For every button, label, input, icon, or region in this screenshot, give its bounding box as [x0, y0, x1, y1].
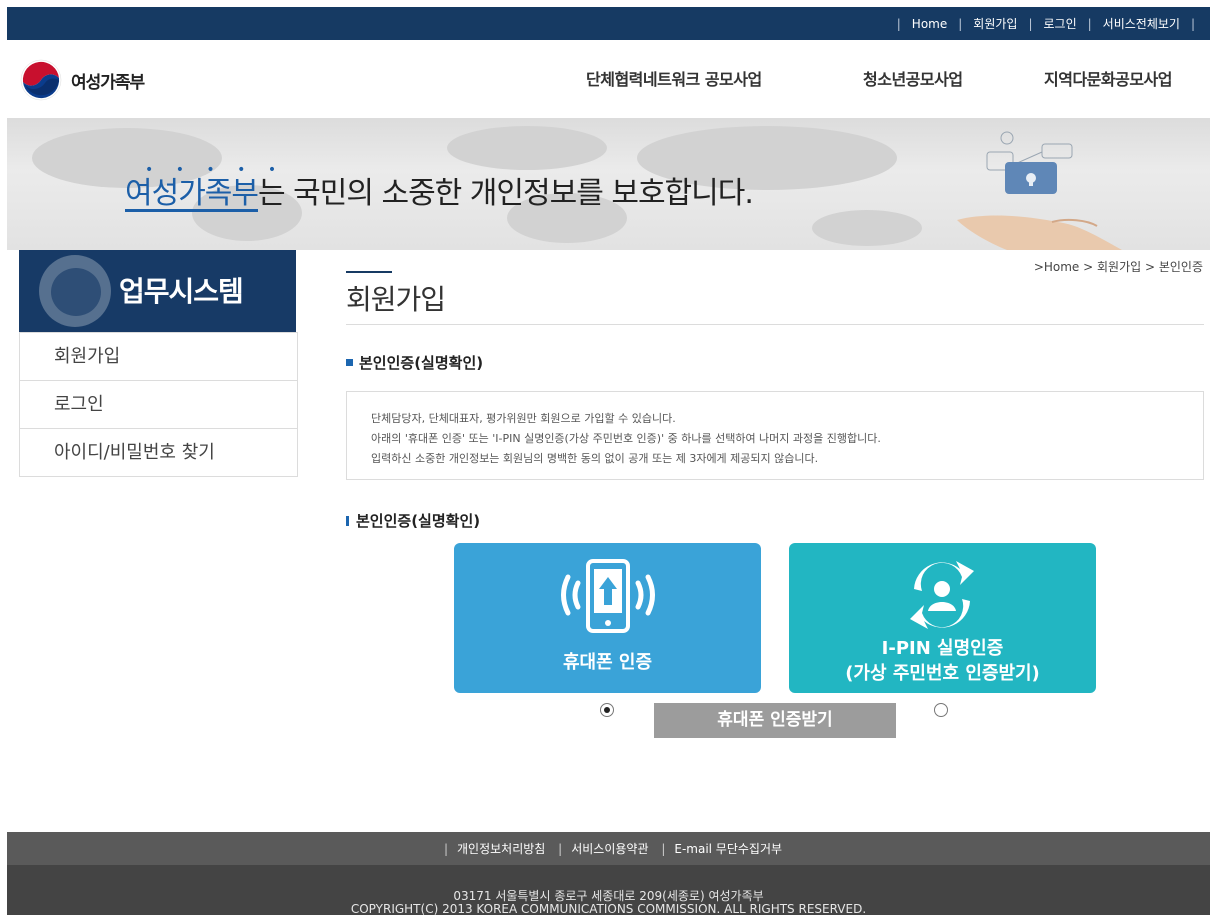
phone-card-label: 휴대폰 인증	[562, 652, 653, 673]
gov-logo-icon	[20, 59, 62, 101]
gnb-item-multicultural[interactable]: 지역다문화공모사업	[1044, 66, 1172, 90]
top-link-join[interactable]: 회원가입	[973, 15, 1017, 32]
ipin-card-label-line2: (가상 주민번호 인증받기)	[845, 663, 1040, 684]
section-title-2: 본인인증(실명확인)	[346, 510, 480, 531]
top-link-login[interactable]: 로그인	[1044, 15, 1077, 32]
sidebar-title-box: 업무시스템	[19, 250, 296, 332]
title-divider	[346, 324, 1204, 325]
top-link-home[interactable]: Home	[912, 17, 947, 31]
hand-security-icon	[957, 131, 1122, 250]
footer-links-bar: | 개인정보처리방침 | 서비스이용약관 | E-mail 무단수집거부	[7, 832, 1210, 865]
footer-info: 03171 서울특별시 종로구 세종대로 209(세종로) 여성가족부 COPY…	[7, 865, 1210, 916]
radio-phone-auth[interactable]	[600, 703, 614, 717]
site-logo[interactable]: 여성가족부	[19, 58, 145, 102]
banner-message: 는 국민의 소중한 개인정보를 보호합니다.	[258, 176, 754, 211]
phone-signal-icon	[561, 559, 655, 633]
phone-auth-card[interactable]: 휴대폰 인증	[454, 543, 761, 693]
user-refresh-icon	[910, 561, 974, 629]
square-bullet-icon	[346, 359, 353, 366]
footer-link-email-refusal[interactable]: E-mail 무단수집거부	[674, 842, 782, 856]
footer-link-terms[interactable]: 서비스이용약관	[571, 842, 648, 856]
top-link-sitemap[interactable]: 서비스전체보기	[1103, 15, 1180, 32]
radio-ipin-auth[interactable]	[934, 703, 948, 717]
top-links: | Home | 회원가입 | 로그인 | 서비스전체보기 |	[896, 15, 1195, 32]
section-title: 본인인증(실명확인)	[346, 352, 483, 373]
sidebar-item-login[interactable]: 로그인	[20, 380, 297, 428]
sidebar-menu: 회원가입 로그인 아이디/비밀번호 찾기	[19, 332, 298, 477]
page-title: 회원가입	[346, 283, 446, 316]
footer-copyright: COPYRIGHT(C) 2013 KOREA COMMUNICATIONS C…	[350, 902, 867, 916]
top-utility-bar: | Home | 회원가입 | 로그인 | 서비스전체보기 |	[7, 7, 1210, 40]
gnb-item-network[interactable]: 단체협력네트워크 공모사업	[586, 66, 762, 90]
info-line: 아래의 '휴대폰 인증' 또는 'I-PIN 실명인증(가상 주민번호 인증)'…	[371, 432, 881, 445]
sidebar-item-find-id-password[interactable]: 아이디/비밀번호 찾기	[20, 428, 297, 476]
banner-headline: 여성가족부는 국민의 소중한 개인정보를 보호합니다.	[125, 168, 754, 212]
ipin-card-label-line1: I-PIN 실명인증	[881, 638, 1004, 659]
info-line: 입력하신 소중한 개인정보는 회원님의 명백한 동의 없이 공개 또는 제 3자…	[371, 452, 819, 465]
logo-text: 여성가족부	[71, 72, 145, 93]
breadcrumb: >Home > 회원가입 > 본인인증	[1033, 260, 1203, 274]
gnb-item-youth[interactable]: 청소년공모사업	[863, 66, 963, 90]
privacy-banner: • • • • • 여성가족부는 국민의 소중한 개인정보를 보호합니다.	[7, 118, 1210, 250]
phone-auth-button[interactable]: 휴대폰 인증받기	[654, 703, 896, 738]
bar-bullet-icon	[346, 516, 349, 526]
info-box: 단체담당자, 단체대표자, 평가위원만 회원으로 가입할 수 있습니다. 아래의…	[346, 391, 1204, 480]
banner-highlight: 여성가족부	[125, 176, 259, 211]
info-line: 단체담당자, 단체대표자, 평가위원만 회원으로 가입할 수 있습니다.	[371, 412, 676, 425]
sidebar-title: 업무시스템	[119, 275, 244, 308]
footer-link-privacy[interactable]: 개인정보처리방침	[457, 842, 545, 856]
ipin-auth-card[interactable]: I-PIN 실명인증 (가상 주민번호 인증받기)	[789, 543, 1096, 693]
sidebar-item-join[interactable]: 회원가입	[20, 332, 297, 380]
title-accent-bar	[346, 271, 392, 273]
site-header: 여성가족부 단체협력네트워크 공모사업 청소년공모사업 지역다문화공모사업	[0, 40, 1210, 118]
